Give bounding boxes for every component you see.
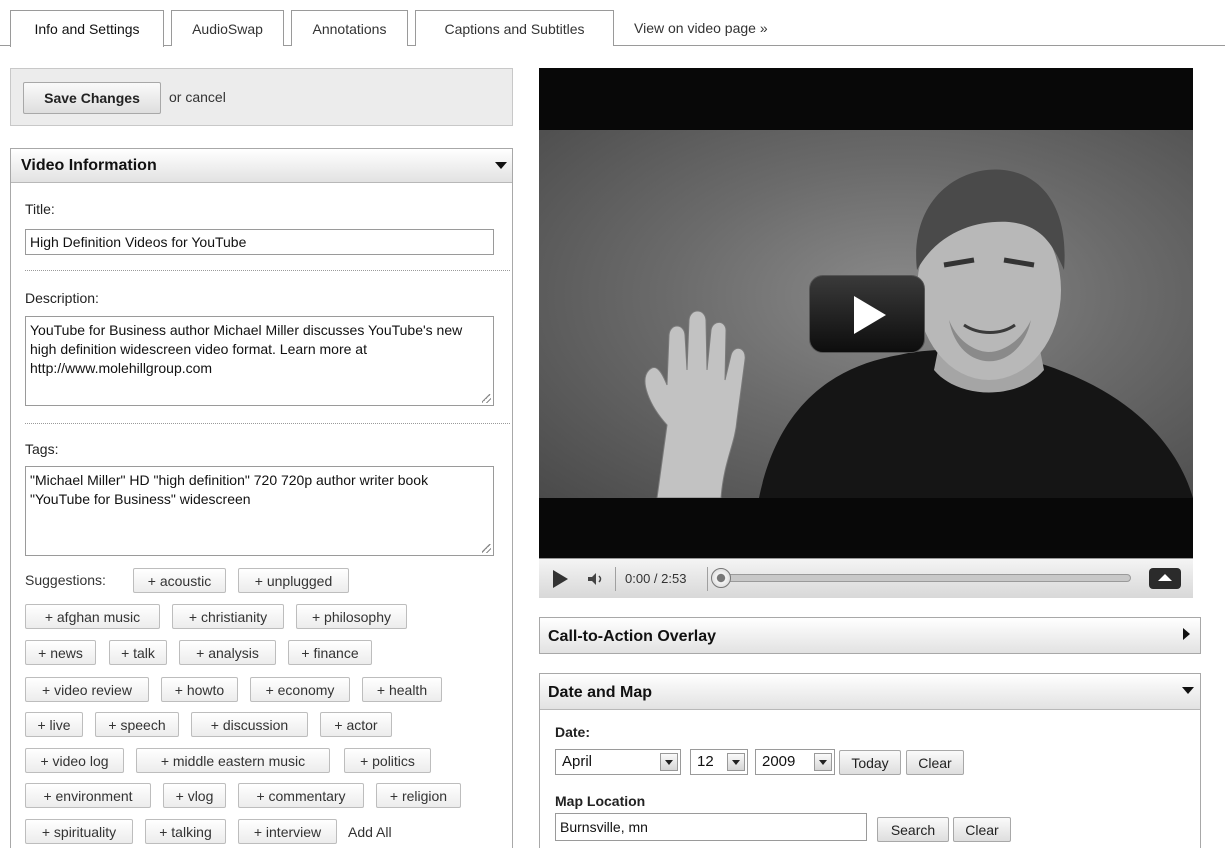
divider <box>25 270 510 271</box>
suggestion-chip[interactable]: + politics <box>344 748 431 773</box>
date-and-map-panel: Date and Map Date: April 12 2009 Today C… <box>539 673 1201 848</box>
save-bar: Save Changes or cancel <box>10 68 513 126</box>
expand-arrow-icon[interactable] <box>1183 628 1190 640</box>
player-controls: 0:00 / 2:53 <box>539 558 1193 598</box>
suggestion-chip[interactable]: + interview <box>238 819 337 844</box>
suggestion-chip[interactable]: + afghan music <box>25 604 160 629</box>
clear-map-button[interactable]: Clear <box>953 817 1011 842</box>
suggestion-chip[interactable]: + philosophy <box>296 604 407 629</box>
video-information-header[interactable]: Video Information <box>11 149 512 183</box>
suggestion-chip[interactable]: + analysis <box>179 640 276 665</box>
search-button[interactable]: Search <box>877 817 949 842</box>
description-textarea[interactable]: YouTube for Business author Michael Mill… <box>25 316 494 406</box>
day-select[interactable]: 12 <box>690 749 748 775</box>
year-value: 2009 <box>762 753 796 770</box>
collapse-arrow-icon[interactable] <box>1182 687 1194 694</box>
tags-textarea[interactable]: "Michael Miller" HD "high definition" 72… <box>25 466 494 556</box>
month-select[interactable]: April <box>555 749 681 775</box>
view-on-video-page-link[interactable]: View on video page » <box>634 10 834 46</box>
suggestion-chip[interactable]: + environment <box>25 783 151 808</box>
suggestion-chip[interactable]: + howto <box>161 677 238 702</box>
day-value: 12 <box>697 753 714 770</box>
panel-title: Video Information <box>21 157 157 174</box>
map-location-label: Map Location <box>555 793 646 809</box>
resize-grip-icon[interactable] <box>482 394 491 403</box>
suggestion-chip[interactable]: + actor <box>320 712 392 737</box>
dropdown-arrow-icon[interactable] <box>727 753 745 771</box>
resize-grip-icon[interactable] <box>482 544 491 553</box>
divider <box>25 423 510 424</box>
play-icon[interactable] <box>553 570 568 588</box>
tab-audioswap[interactable]: AudioSwap <box>171 10 284 46</box>
dropdown-arrow-icon[interactable] <box>814 753 832 771</box>
title-label: Title: <box>25 201 55 217</box>
tags-text: "Michael Miller" HD "high definition" 72… <box>30 472 429 507</box>
suggestion-chip[interactable]: + news <box>25 640 96 665</box>
suggestions-label: Suggestions: <box>25 572 106 588</box>
suggestion-chip[interactable]: + talking <box>145 819 226 844</box>
time-display: 0:00 / 2:53 <box>625 571 687 586</box>
tab-info-and-settings[interactable]: Info and Settings <box>10 10 164 47</box>
suggestion-chip[interactable]: + discussion <box>191 712 308 737</box>
tab-label: Captions and Subtitles <box>444 20 585 37</box>
expand-icon[interactable] <box>1149 568 1181 589</box>
play-icon <box>854 296 886 334</box>
seek-bar[interactable] <box>721 574 1131 582</box>
tab-label: AudioSwap <box>192 20 263 37</box>
title-input[interactable]: High Definition Videos for YouTube <box>25 229 494 255</box>
tab-label: Info and Settings <box>34 21 140 37</box>
suggestion-chip[interactable]: + health <box>362 677 442 702</box>
suggestion-chip[interactable]: + commentary <box>238 783 364 808</box>
map-location-input[interactable]: Burnsville, mn <box>555 813 867 841</box>
save-changes-button[interactable]: Save Changes <box>23 82 161 114</box>
suggestion-chip[interactable]: + acoustic <box>133 568 226 593</box>
date-and-map-header[interactable]: Date and Map <box>540 674 1200 710</box>
suggestion-chip[interactable]: + speech <box>95 712 179 737</box>
volume-icon[interactable] <box>587 572 607 586</box>
description-label: Description: <box>25 290 99 306</box>
year-select[interactable]: 2009 <box>755 749 835 775</box>
add-all-link[interactable]: Add All <box>348 824 392 840</box>
cancel-link[interactable]: or cancel <box>169 89 226 105</box>
suggestion-chip[interactable]: + finance <box>288 640 372 665</box>
suggestion-chip[interactable]: + video log <box>25 748 124 773</box>
suggestion-chip[interactable]: + live <box>25 712 83 737</box>
big-play-button[interactable] <box>809 275 925 353</box>
suggestion-chip[interactable]: + economy <box>250 677 350 702</box>
panel-title: Date and Map <box>548 684 653 701</box>
collapse-arrow-icon[interactable] <box>495 162 507 169</box>
panel-title: Call-to-Action Overlay <box>548 628 717 645</box>
suggestion-chip[interactable]: + christianity <box>172 604 284 629</box>
video-player[interactable]: 0:00 / 2:53 <box>539 68 1193 598</box>
tab-label: Annotations <box>312 20 387 37</box>
separator <box>707 567 708 591</box>
description-text: YouTube for Business author Michael Mill… <box>30 322 463 376</box>
video-frame[interactable] <box>539 130 1193 498</box>
date-label: Date: <box>555 724 591 740</box>
suggestion-chip[interactable]: + spirituality <box>25 819 133 844</box>
suggestion-chip[interactable]: + vlog <box>163 783 226 808</box>
clear-date-button[interactable]: Clear <box>906 750 964 775</box>
suggestion-chip[interactable]: + talk <box>109 640 167 665</box>
today-button[interactable]: Today <box>839 750 901 775</box>
tags-label: Tags: <box>25 441 59 457</box>
tab-captions-and-subtitles[interactable]: Captions and Subtitles <box>415 10 614 46</box>
month-value: April <box>562 753 593 770</box>
call-to-action-panel: Call-to-Action Overlay <box>539 617 1201 654</box>
video-information-panel: Video Information Title: High Definition… <box>10 148 513 848</box>
suggestion-chip[interactable]: + unplugged <box>238 568 349 593</box>
suggestion-chip[interactable]: + video review <box>25 677 149 702</box>
call-to-action-header[interactable]: Call-to-Action Overlay <box>540 618 1200 653</box>
separator <box>615 567 616 591</box>
tab-bar: Info and Settings AudioSwap Annotations … <box>0 0 1225 47</box>
tab-annotations[interactable]: Annotations <box>291 10 408 46</box>
dropdown-arrow-icon[interactable] <box>660 753 678 771</box>
suggestion-chip[interactable]: + middle eastern music <box>136 748 330 773</box>
seek-handle[interactable] <box>711 568 731 588</box>
suggestion-chip[interactable]: + religion <box>376 783 461 808</box>
link-label: View on video page » <box>634 20 768 36</box>
